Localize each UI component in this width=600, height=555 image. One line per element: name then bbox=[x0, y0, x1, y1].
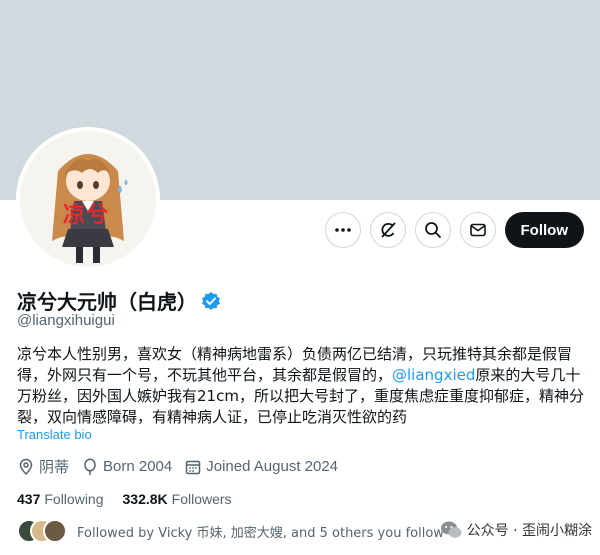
followed-by-row[interactable]: Followed by Vicky 币妹, 加密大嫂, and 5 others… bbox=[17, 519, 444, 543]
follow-stats: 437 Following 332.8K Followers bbox=[17, 491, 251, 507]
followed-by-avatars bbox=[17, 519, 69, 543]
avatar bbox=[43, 519, 67, 543]
display-name: 凉兮大元帅（白虎） bbox=[17, 290, 197, 314]
followers-link[interactable]: 332.8K Followers bbox=[123, 491, 232, 507]
born-item: Born 2004 bbox=[81, 457, 173, 476]
avatar-image: 凉兮 bbox=[20, 131, 156, 267]
joined-item: Joined August 2024 bbox=[184, 458, 338, 476]
balloon-icon bbox=[84, 457, 96, 475]
search-icon bbox=[424, 222, 441, 238]
name-row: 凉兮大元帅（白虎） bbox=[17, 286, 221, 315]
wechat-icon bbox=[440, 521, 462, 538]
location-icon bbox=[19, 458, 33, 475]
following-label: Following bbox=[44, 491, 104, 507]
following-link[interactable]: 437 Following bbox=[17, 491, 104, 507]
profile-handle: @liangxihuigui bbox=[17, 312, 115, 329]
grok-icon bbox=[380, 222, 396, 238]
follow-button[interactable]: Follow bbox=[504, 212, 584, 248]
search-button[interactable] bbox=[414, 212, 451, 248]
message-button[interactable] bbox=[459, 212, 496, 248]
verified-badge-icon[interactable] bbox=[201, 291, 221, 311]
grok-button[interactable] bbox=[369, 212, 406, 248]
calendar-icon bbox=[186, 460, 201, 474]
followers-label: Followers bbox=[171, 491, 232, 507]
avatar-overlay-text: 凉兮 bbox=[63, 203, 110, 228]
followed-by-text: Followed by Vicky 币妹, 加密大嫂, and 5 others… bbox=[77, 525, 444, 541]
bio-mention-link[interactable]: @liangxied bbox=[392, 366, 475, 384]
profile-avatar[interactable]: 凉兮 bbox=[16, 127, 160, 271]
location-item: 阴蒂 bbox=[17, 456, 69, 477]
profile-actions: Follow bbox=[316, 212, 584, 248]
profile-bio: 凉兮本人性别男，喜欢女（精神病地雷系）负债两亿已结清，只玩推特其余都是假冒得，外… bbox=[17, 344, 587, 428]
watermark-text: 公众号 · 歪闹小糊涂 bbox=[466, 523, 592, 539]
location-text: 阴蒂 bbox=[39, 459, 70, 476]
wechat-watermark: 公众号 · 歪闹小糊涂 bbox=[440, 520, 592, 540]
more-icon bbox=[334, 228, 351, 232]
profile-meta: 阴蒂 Born 2004 Joined August 2024 bbox=[17, 456, 350, 477]
born-text: Born 2004 bbox=[103, 458, 173, 475]
envelope-icon bbox=[469, 223, 486, 237]
following-count: 437 bbox=[17, 491, 41, 507]
translate-bio-link[interactable]: Translate bio bbox=[17, 427, 92, 442]
more-button[interactable] bbox=[324, 212, 361, 248]
joined-text: Joined August 2024 bbox=[206, 458, 339, 475]
followers-count: 332.8K bbox=[122, 491, 168, 507]
